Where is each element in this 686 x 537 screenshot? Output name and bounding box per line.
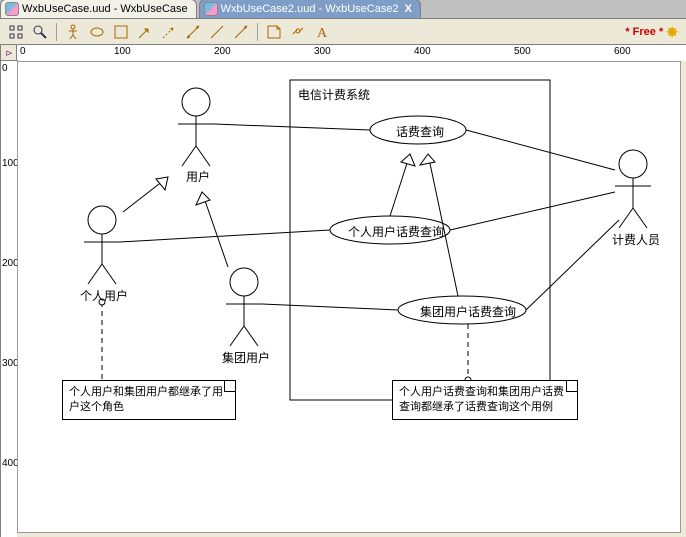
- app-window: WxbUseCase.uud - WxbUseCase WxbUseCase2.…: [0, 0, 686, 537]
- usecase-tool-icon[interactable]: [87, 22, 107, 42]
- directed-assoc-tool-icon[interactable]: [231, 22, 251, 42]
- close-icon[interactable]: X: [405, 3, 412, 15]
- toolbar: A * Free * ✸: [0, 19, 686, 46]
- tab-bar: WxbUseCase.uud - WxbUseCase WxbUseCase2.…: [0, 0, 686, 19]
- ruler-tick: 0: [20, 46, 26, 57]
- horizontal-ruler: 0 100 200 300 400 500 600: [16, 44, 686, 62]
- note-actors[interactable]: 个人用户和集团用户都继承了用户这个角色: [62, 380, 236, 420]
- actor-tool-icon[interactable]: [63, 22, 83, 42]
- actor-group[interactable]: [226, 268, 262, 346]
- usecase-label-query[interactable]: 话费查询: [396, 123, 444, 140]
- ruler-tick: 0: [2, 63, 8, 74]
- tab-inactive[interactable]: WxbUseCase.uud - WxbUseCase: [0, 0, 197, 18]
- note-fold-icon: [566, 381, 577, 392]
- usecase-label-group[interactable]: 集团用户话费查询: [420, 303, 516, 320]
- uml-file-icon: [204, 2, 218, 16]
- ruler-tick: 400: [414, 46, 431, 57]
- free-label: * Free *: [625, 26, 663, 38]
- assoc-billing-group[interactable]: [526, 220, 619, 310]
- note-tool-icon[interactable]: [264, 22, 284, 42]
- ruler-tick: 100: [114, 46, 131, 57]
- note-link-tool-icon[interactable]: [288, 22, 308, 42]
- tab-label: WxbUseCase2.uud - WxbUseCase2: [221, 3, 399, 15]
- dependency-tool-icon[interactable]: [159, 22, 179, 42]
- vertical-ruler: 0 100 200 300 400: [0, 60, 18, 537]
- association-bi-tool-icon[interactable]: [183, 22, 203, 42]
- actor-label-billing[interactable]: 计费人员: [612, 231, 660, 248]
- assoc-user-query[interactable]: [214, 124, 370, 130]
- star-icon: ✸: [666, 24, 678, 41]
- ruler-tick: 200: [214, 46, 231, 57]
- canvas-viewport[interactable]: 电信计费系统: [17, 61, 686, 537]
- assoc-group[interactable]: [262, 304, 398, 310]
- gen-personalquery-query[interactable]: [390, 154, 415, 216]
- system-tool-icon[interactable]: [111, 22, 131, 42]
- gen-group-user[interactable]: [196, 192, 228, 267]
- assoc-billing-query[interactable]: [466, 130, 615, 170]
- note-text: 个人用户和集团用户都继承了用户这个角色: [69, 386, 223, 413]
- actor-label-personal[interactable]: 个人用户: [80, 287, 128, 304]
- ruler-tick: 300: [314, 46, 331, 57]
- actor-personal[interactable]: [84, 206, 120, 284]
- gen-personal-user[interactable]: [123, 177, 168, 212]
- uml-file-icon: [5, 2, 19, 16]
- assoc-billing-personal[interactable]: [450, 192, 615, 230]
- svg-text:A: A: [317, 26, 328, 40]
- ruler-tick: 600: [614, 46, 631, 57]
- actor-label-user[interactable]: 用户: [186, 168, 210, 185]
- note-fold-icon: [224, 381, 235, 392]
- select-tool-icon[interactable]: [6, 22, 26, 42]
- text-tool-icon[interactable]: A: [312, 22, 332, 42]
- tab-label: WxbUseCase.uud - WxbUseCase: [22, 3, 188, 15]
- tab-active[interactable]: WxbUseCase2.uud - WxbUseCase2 X: [199, 0, 421, 18]
- note-usecases[interactable]: 个人用户话费查询和集团用户话费查询都继承了话费查询这个用例: [392, 380, 578, 420]
- diagram-canvas[interactable]: 电信计费系统: [17, 61, 681, 533]
- association-tool-icon[interactable]: [207, 22, 227, 42]
- actor-user[interactable]: [178, 88, 214, 166]
- ruler-corner-glyph: ⊳: [5, 48, 13, 59]
- usecase-label-personal[interactable]: 个人用户话费查询: [348, 223, 444, 240]
- zoom-tool-icon[interactable]: [30, 22, 50, 42]
- ruler-tick: 500: [514, 46, 531, 57]
- assoc-personal[interactable]: [120, 230, 330, 242]
- actor-billing[interactable]: [615, 150, 651, 228]
- generalization-tool-icon[interactable]: [135, 22, 155, 42]
- actor-label-group[interactable]: 集团用户: [222, 349, 270, 366]
- note-text: 个人用户话费查询和集团用户话费查询都继承了话费查询这个用例: [399, 386, 564, 413]
- free-badge: * Free * ✸: [625, 24, 682, 41]
